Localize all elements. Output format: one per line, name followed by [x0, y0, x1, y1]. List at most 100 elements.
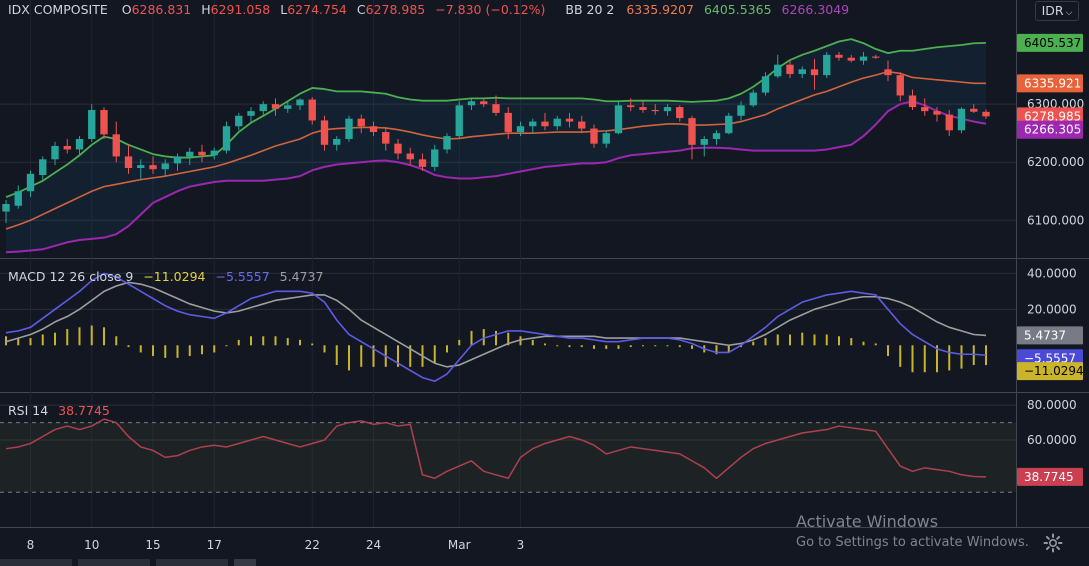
- macd-histogram-bar: [139, 345, 142, 353]
- macd-histogram-bar: [17, 338, 20, 346]
- candle-body: [590, 128, 598, 144]
- price-tick-label: 6100.000: [1027, 213, 1084, 227]
- macd-histogram-bar: [41, 334, 44, 346]
- macd-histogram-bar: [923, 345, 926, 373]
- currency-dropdown[interactable]: IDR ⌵: [1035, 1, 1079, 21]
- candle-body: [725, 115, 733, 134]
- bb-upper-price-label: 6405.537: [1024, 36, 1081, 50]
- candle-body: [896, 75, 904, 96]
- macd-histogram-bar: [311, 343, 314, 346]
- candle-body: [63, 145, 71, 150]
- candle-body: [676, 107, 684, 119]
- macd-histogram-bar: [152, 345, 154, 357]
- macd-histogram-bar: [556, 345, 559, 347]
- close-value: 6278.985: [365, 2, 426, 17]
- macd-histogram-bar: [752, 341, 755, 346]
- bb-upper-value: 6405.5365: [703, 2, 772, 17]
- candle-body: [431, 149, 439, 167]
- macd-histogram-bar: [274, 336, 277, 346]
- close-label: C: [356, 2, 366, 17]
- macd-tick-label: 40.0000: [1027, 266, 1077, 280]
- toolbar-tab-3[interactable]: [156, 559, 228, 566]
- candle-body: [369, 126, 378, 133]
- macd-histogram-bar: [433, 345, 436, 364]
- candle-body: [320, 120, 329, 145]
- candle-body: [222, 126, 231, 151]
- macd-histogram-bar: [678, 345, 681, 348]
- rsi-tick-label: 80.0000: [1027, 398, 1077, 412]
- time-axis-label: 22: [305, 538, 320, 552]
- candle-body: [382, 132, 390, 144]
- currency-label: IDR: [1041, 3, 1064, 18]
- toolbar-tab-2[interactable]: [78, 559, 150, 566]
- macd-histogram-bar: [78, 327, 81, 346]
- toolbar-tab-1[interactable]: [0, 559, 72, 566]
- candle-body: [210, 150, 218, 156]
- candle-body: [467, 101, 476, 106]
- candle-body: [480, 101, 488, 105]
- bottom-toolbar[interactable]: [0, 559, 260, 566]
- time-axis-label: 3: [517, 538, 525, 552]
- candle-body: [492, 104, 500, 113]
- candle-body: [872, 56, 880, 58]
- time-axis-label: 24: [366, 538, 381, 552]
- candle-body: [112, 134, 120, 157]
- candle-body: [553, 118, 561, 127]
- macd-histogram-bar: [446, 345, 448, 353]
- candle-body: [394, 143, 402, 154]
- candle-body: [357, 118, 365, 127]
- candle-body: [137, 165, 145, 169]
- candle-body: [198, 151, 206, 156]
- macd-histogram-bar: [335, 345, 338, 366]
- low-value: 6274.754: [287, 2, 347, 17]
- change-value: −7.830 (−0.12%): [435, 2, 546, 17]
- chevron-down-icon: ⌵: [1065, 8, 1073, 18]
- candle-body: [2, 204, 10, 212]
- macd-histogram-bar: [225, 345, 228, 347]
- macd-signal-price-label: 5.4737: [1024, 328, 1066, 342]
- time-axis-label: 15: [145, 538, 160, 552]
- candle-body: [406, 153, 414, 160]
- candle-body: [345, 118, 353, 139]
- candle-body: [712, 133, 721, 139]
- bb-basis-value: 6335.9207: [626, 2, 694, 17]
- macd-legend: MACD 12 26 close 9 −11.0294 −5.5557 5.47…: [8, 269, 326, 284]
- macd-histogram-bar: [838, 336, 840, 346]
- candle-body: [565, 118, 574, 122]
- macd-histogram-bar: [127, 345, 130, 348]
- candle-body: [774, 64, 782, 77]
- activate-windows-title: Activate Windows: [796, 512, 939, 531]
- candle-body: [945, 114, 953, 131]
- candle-body: [578, 121, 586, 129]
- macd-hist-value: −11.0294: [143, 269, 206, 284]
- candle-body: [810, 69, 819, 76]
- open-value: 6286.831: [131, 2, 192, 17]
- activate-windows-subtitle: Go to Settings to activate Windows.: [796, 535, 1029, 550]
- macd-histogram-bar: [911, 345, 914, 373]
- open-label: O: [121, 2, 132, 17]
- gear-icon[interactable]: [1043, 533, 1063, 553]
- macd-histogram-bar: [568, 345, 571, 348]
- toolbar-tab-more[interactable]: [234, 559, 256, 566]
- price-tick-label: 6200.000: [1027, 155, 1084, 169]
- bb-basis-price-label: 6335.921: [1024, 76, 1081, 90]
- macd-histogram-bar: [789, 334, 791, 346]
- macd-histogram-bar: [605, 345, 608, 349]
- time-axis-label: 8: [27, 538, 35, 552]
- candle-body: [884, 69, 892, 76]
- macd-histogram-bar: [948, 345, 951, 371]
- candle-body: [88, 109, 96, 139]
- candle-body: [259, 104, 267, 112]
- macd-histogram-bar: [495, 330, 497, 346]
- macd-histogram-bar: [887, 345, 889, 357]
- macd-hist-price-label: −11.0294: [1024, 364, 1084, 378]
- candle-body: [700, 139, 708, 145]
- macd-histogram-bar: [617, 345, 620, 349]
- candle-body: [786, 64, 794, 74]
- candle-body: [308, 99, 316, 121]
- candle-body: [26, 173, 35, 192]
- candle-body: [859, 56, 868, 61]
- candle-body: [982, 111, 990, 117]
- candle-body: [271, 104, 280, 109]
- candle-body: [173, 156, 182, 164]
